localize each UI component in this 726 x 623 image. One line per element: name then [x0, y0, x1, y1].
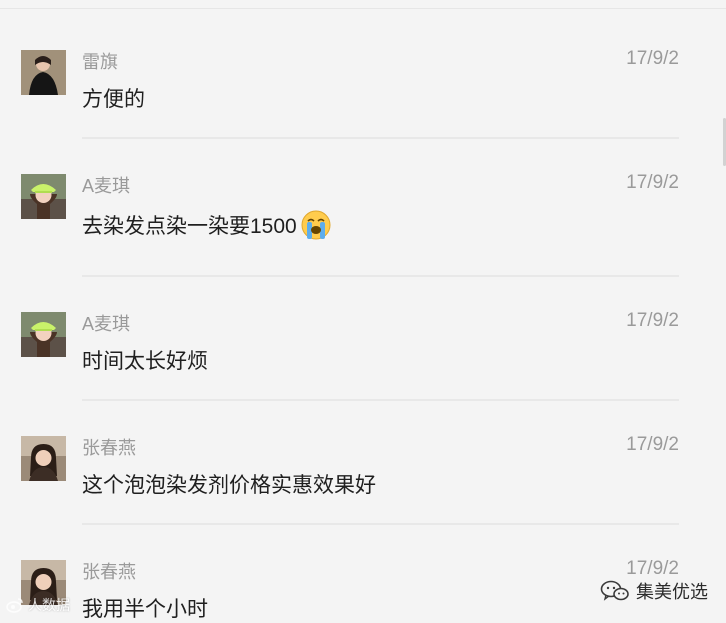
avatar-image-icon	[21, 174, 66, 219]
comment-divider	[82, 137, 679, 139]
commenter-name: A麦琪	[82, 314, 131, 334]
comment-text-content: 我用半个小时	[82, 598, 208, 621]
watermark-left: 人数据	[6, 595, 70, 615]
avatar[interactable]	[21, 436, 66, 481]
loudly-crying-face-icon	[300, 209, 332, 241]
comment-text-content: 方便的	[82, 88, 145, 111]
top-divider	[0, 8, 726, 9]
comment-text: 去染发点染一染要1500	[82, 209, 332, 241]
comment-text: 这个泡泡染发剂价格实惠效果好	[82, 469, 376, 499]
commenter-name: 张春燕	[82, 438, 136, 458]
avatar[interactable]	[21, 174, 66, 219]
comment-text-content: 时间太长好烦	[82, 350, 208, 373]
comment-text: 方便的	[82, 83, 145, 113]
comment-divider	[82, 275, 679, 277]
comment-date: 17/9/2	[626, 310, 679, 331]
commenter-name: 雷旗	[82, 52, 118, 72]
comment-divider	[82, 399, 679, 401]
brand-name: 集美优选	[636, 582, 708, 602]
watermark-left-text: 人数据	[28, 597, 70, 613]
commenter-name: 张春燕	[82, 562, 136, 582]
wechat-icon	[600, 580, 629, 601]
comment-text-content: 去染发点染一染要1500	[82, 215, 297, 238]
avatar-image-icon	[21, 436, 66, 481]
weibo-icon	[6, 598, 23, 613]
comment-date: 17/9/2	[626, 172, 679, 193]
comment-date: 17/9/2	[626, 558, 679, 579]
comment-text: 时间太长好烦	[82, 345, 208, 375]
brand-watermark: 集美优选	[600, 578, 708, 604]
comment-text: 我用半个小时	[82, 593, 208, 623]
commenter-name: A麦琪	[82, 176, 131, 196]
avatar-image-icon	[21, 312, 66, 357]
comment-date: 17/9/2	[626, 48, 679, 69]
comment-date: 17/9/2	[626, 434, 679, 455]
comment-divider	[82, 523, 679, 525]
avatar-image-icon	[21, 50, 66, 95]
comment-text-content: 这个泡泡染发剂价格实惠效果好	[82, 474, 376, 497]
avatar[interactable]	[21, 312, 66, 357]
avatar[interactable]	[21, 50, 66, 95]
